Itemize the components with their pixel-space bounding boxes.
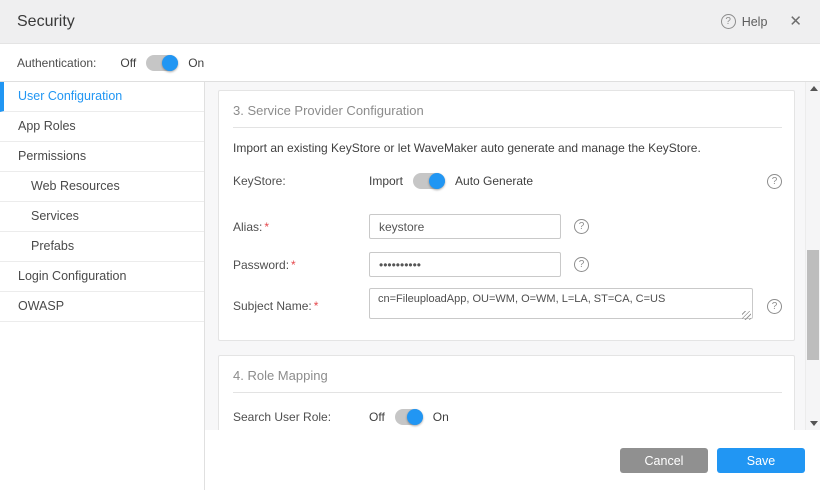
footer-bar: Cancel Save xyxy=(205,430,820,490)
authentication-on-label: On xyxy=(188,56,204,70)
header-actions: ? Help ✕ xyxy=(721,14,820,29)
scroll-down-button[interactable] xyxy=(806,417,820,430)
search-user-role-off-label: Off xyxy=(369,410,385,424)
alias-input[interactable] xyxy=(369,214,561,239)
keystore-import-label: Import xyxy=(369,174,403,188)
sidebar-item-owasp[interactable]: OWASP xyxy=(0,292,204,322)
role-mapping-section: 4. Role Mapping Search User Role: Off On xyxy=(218,355,795,430)
search-user-role-row: Search User Role: Off On xyxy=(233,409,782,425)
search-user-role-toggle[interactable] xyxy=(395,409,423,425)
vertical-scrollbar[interactable] xyxy=(805,82,820,430)
sidebar-item-user-configuration[interactable]: User Configuration xyxy=(0,82,204,112)
subject-name-label: Subject Name:* xyxy=(233,299,369,313)
arrow-down-icon xyxy=(810,421,818,426)
password-input[interactable] xyxy=(369,252,561,277)
security-dialog: Security ? Help ✕ Authentication: Off On… xyxy=(0,0,820,490)
keystore-toggle[interactable] xyxy=(413,173,445,189)
scroll-viewport: 3. Service Provider Configuration Import… xyxy=(205,82,805,430)
sidebar-item-login-configuration[interactable]: Login Configuration xyxy=(0,262,204,292)
resize-handle-icon[interactable] xyxy=(742,311,751,320)
password-label: Password:* xyxy=(233,258,369,272)
page-title: Security xyxy=(17,13,75,31)
subject-name-textarea[interactable]: cn=FileuploadApp, OU=WM, O=WM, L=LA, ST=… xyxy=(369,288,753,319)
toggle-knob xyxy=(407,409,423,425)
keystore-row: KeyStore: Import Auto Generate ? xyxy=(233,173,782,189)
required-asterisk: * xyxy=(264,220,269,234)
keystore-label: KeyStore: xyxy=(233,174,369,188)
section-title: 3. Service Provider Configuration xyxy=(233,102,782,120)
alias-help-icon[interactable]: ? xyxy=(574,219,589,234)
keystore-description: Import an existing KeyStore or let WaveM… xyxy=(233,141,782,156)
arrow-up-icon xyxy=(810,86,818,91)
authentication-toggle[interactable] xyxy=(146,55,178,71)
password-row: Password:* ? xyxy=(233,252,782,277)
sidebar-item-web-resources[interactable]: Web Resources xyxy=(0,172,204,202)
authentication-bar: Authentication: Off On xyxy=(0,44,820,82)
alias-row: Alias:* ? xyxy=(233,214,782,239)
service-provider-configuration-section: 3. Service Provider Configuration Import… xyxy=(218,90,795,341)
required-asterisk: * xyxy=(314,299,319,313)
section-divider xyxy=(233,392,782,393)
help-link[interactable]: Help xyxy=(742,15,768,29)
scrollbar-thumb[interactable] xyxy=(807,250,819,360)
keystore-help-icon[interactable]: ? xyxy=(767,174,782,189)
section-divider xyxy=(233,127,782,128)
subject-name-help-icon[interactable]: ? xyxy=(767,299,782,314)
required-asterisk: * xyxy=(291,258,296,272)
alias-label: Alias:* xyxy=(233,220,369,234)
sidebar-item-services[interactable]: Services xyxy=(0,202,204,232)
password-help-icon[interactable]: ? xyxy=(574,257,589,272)
sidebar-item-permissions[interactable]: Permissions xyxy=(0,142,204,172)
header: Security ? Help ✕ xyxy=(0,0,820,44)
subject-name-row: Subject Name:* cn=FileuploadApp, OU=WM, … xyxy=(233,288,782,324)
authentication-off-label: Off xyxy=(120,56,136,70)
close-icon[interactable]: ✕ xyxy=(789,14,802,29)
sidebar-item-app-roles[interactable]: App Roles xyxy=(0,112,204,142)
help-icon[interactable]: ? xyxy=(721,14,736,29)
section-title: 4. Role Mapping xyxy=(233,367,782,385)
authentication-label: Authentication: xyxy=(17,56,96,70)
keystore-auto-generate-label: Auto Generate xyxy=(455,174,533,188)
save-button[interactable]: Save xyxy=(717,448,805,473)
subject-name-field-wrap: cn=FileuploadApp, OU=WM, O=WM, L=LA, ST=… xyxy=(369,288,753,324)
cancel-button[interactable]: Cancel xyxy=(620,448,708,473)
scroll-up-button[interactable] xyxy=(806,82,820,95)
toggle-knob xyxy=(162,55,178,71)
toggle-knob xyxy=(429,173,445,189)
search-user-role-on-label: On xyxy=(433,410,449,424)
search-user-role-label: Search User Role: xyxy=(233,410,369,424)
sidebar: User Configuration App Roles Permissions… xyxy=(0,82,205,490)
content-area: 3. Service Provider Configuration Import… xyxy=(205,82,820,490)
sidebar-item-prefabs[interactable]: Prefabs xyxy=(0,232,204,262)
